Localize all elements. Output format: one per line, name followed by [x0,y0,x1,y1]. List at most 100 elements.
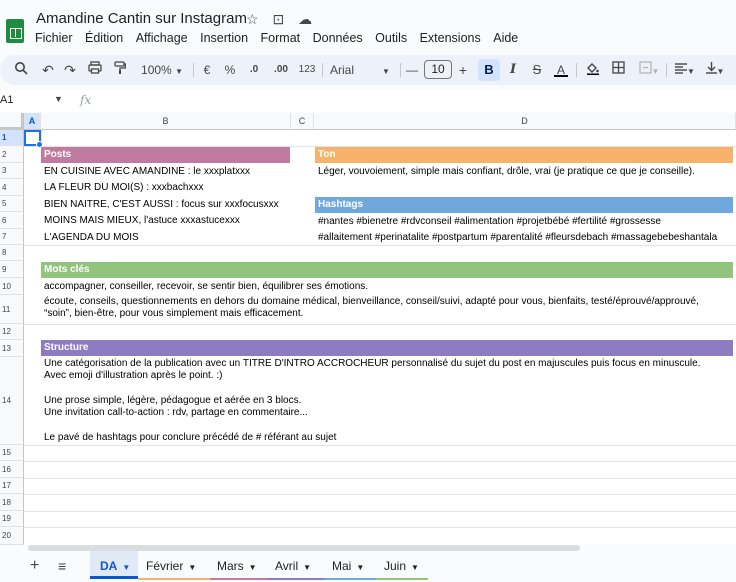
posts-line[interactable]: BIEN NAITRE, C'EST AUSSI : focus sur xxx… [44,197,279,213]
increase-font-size-button[interactable]: + [456,61,470,79]
column-header-a[interactable]: A [24,113,41,130]
move-folder-icon[interactable]: ⊡ [272,11,284,28]
row-header[interactable]: 7 [0,229,24,245]
ton-text[interactable]: Léger, vouvoiement, simple mais confiant… [318,164,695,180]
structure-line[interactable]: Avec emoji d'illustration après le point… [44,370,222,381]
print-icon[interactable] [86,61,104,79]
mots-cles-line[interactable]: “soin”, bien-être, pour vous simplement … [44,308,734,319]
row-header[interactable]: 15 [0,445,24,461]
text-color-button[interactable]: A [554,61,568,77]
currency-format-button[interactable]: € [200,61,214,79]
row-header[interactable]: 5 [0,196,24,212]
row-header[interactable]: 19 [0,511,24,527]
posts-line[interactable]: LA FLEUR DU MOI(S) : xxxbachxxx [44,180,203,196]
search-menus-icon[interactable] [12,61,30,79]
menu-view[interactable]: Affichage [136,31,188,45]
mots-cles-line[interactable]: accompagner, conseiller, recevoir, se se… [44,279,368,295]
sheet-tab-mars[interactable]: Mars ▼ [217,551,265,579]
sheet-tab-mai[interactable]: Mai ▼ [332,551,374,579]
name-box[interactable]: A1 [0,94,13,106]
zoom-value: 100% [141,63,172,77]
structure-line[interactable]: Une prose simple, légère, pédagogue et a… [44,395,301,406]
structure-header[interactable]: Structure [41,340,733,356]
row-header[interactable]: 4 [0,179,24,196]
row-header[interactable]: 9 [0,261,24,278]
chevron-down-icon: ▼ [175,67,183,76]
italic-button[interactable]: I [506,61,520,79]
hashtags-line[interactable]: #allaitement #perinatalite #postpartum #… [318,230,717,246]
font-family-select[interactable]: Arial ▼ [330,61,396,79]
row-header[interactable]: 8 [0,245,24,261]
menu-help[interactable]: Aide [493,31,518,45]
star-icon[interactable]: ☆ [246,11,259,28]
sheets-logo-icon[interactable] [6,19,24,43]
selected-cell-a1[interactable] [24,130,43,148]
vertical-align-icon[interactable]: ▼ [702,61,728,79]
menu-edit[interactable]: Édition [85,31,123,45]
font-size-input[interactable]: 10 [424,60,452,79]
number-format-button[interactable]: 123 [296,61,318,79]
mots-cles-header[interactable]: Mots clés [41,262,733,278]
row-header[interactable]: 2 [0,146,24,163]
row-header[interactable]: 18 [0,494,24,511]
chevron-down-icon[interactable]: ▼ [54,94,63,104]
sheet-tab-avril[interactable]: Avril ▼ [275,551,321,579]
sheet-tab-fevrier[interactable]: Février ▼ [146,551,208,579]
ton-header[interactable]: Ton [315,147,733,163]
zoom-select[interactable]: 100% ▼ [136,61,188,79]
column-header-b[interactable]: B [41,113,291,130]
structure-line[interactable]: Une catégorisation de la publication ave… [44,358,700,369]
all-sheets-icon[interactable]: ≡ [58,558,66,574]
posts-line[interactable]: L'AGENDA DU MOIS [44,230,139,246]
posts-header[interactable]: Posts [41,147,290,163]
posts-line[interactable]: MOINS MAIS MIEUX, l'astuce xxxastucexxx [44,213,240,229]
menu-file[interactable]: Fichier [35,31,73,45]
column-header-c[interactable]: C [291,113,314,130]
select-all-corner[interactable] [0,113,24,130]
structure-line[interactable]: Le pavé de hashtags pour conclure précéd… [44,432,336,443]
row-header[interactable]: 13 [0,340,24,357]
hashtags-header[interactable]: Hashtags [315,197,733,213]
horizontal-align-icon[interactable]: ▼ [672,61,698,79]
menu-format[interactable]: Format [261,31,301,45]
add-sheet-button[interactable]: + [30,557,39,575]
decrease-decimal-button[interactable]: .0 [244,61,264,79]
fill-color-icon[interactable] [584,61,602,79]
sheet-tab-da[interactable]: DA ▼ [90,551,138,579]
column-header-d[interactable]: D [314,113,736,130]
bold-button[interactable]: B [478,59,500,81]
row-header[interactable]: 20 [0,527,24,545]
row-header[interactable]: 11 [0,295,24,324]
decrease-font-size-button[interactable]: — [405,61,419,79]
borders-icon[interactable] [610,61,626,79]
structure-line[interactable]: Une invitation call-to-action : rdv, par… [44,407,308,418]
menu-insert[interactable]: Insertion [200,31,248,45]
row-header[interactable]: 12 [0,324,24,340]
strikethrough-button[interactable]: S [530,61,544,79]
menu-tools[interactable]: Outils [375,31,407,45]
cloud-status-icon[interactable]: ☁ [298,11,312,28]
paint-format-icon[interactable] [112,61,128,79]
merge-cells-icon[interactable]: ▼ [636,61,662,79]
hashtags-line[interactable]: #nantes #bienetre #rdvconseil #alimentat… [318,214,661,230]
row-header[interactable]: 17 [0,478,24,494]
mots-cles-line[interactable]: écoute, conseils, questionnements en deh… [44,296,734,307]
menu-data[interactable]: Données [313,31,363,45]
menu-extensions[interactable]: Extensions [420,31,481,45]
row-header[interactable]: 3 [0,163,24,179]
spreadsheet-grid[interactable]: A B C D 1 2 3 4 5 6 7 8 9 10 11 12 13 14… [0,113,736,545]
chevron-down-icon: ▼ [411,563,419,572]
redo-icon[interactable]: ↷ [62,61,78,79]
document-title[interactable]: Amandine Cantin sur Instagram [36,10,247,27]
row-header[interactable]: 10 [0,278,24,295]
row-header[interactable]: 14 [0,357,24,445]
gridline [24,461,736,462]
undo-icon[interactable]: ↶ [40,61,56,79]
row-header[interactable]: 16 [0,461,24,478]
row-header[interactable]: 1 [0,130,24,146]
row-header[interactable]: 6 [0,212,24,229]
sheet-tab-juin[interactable]: Juin ▼ [384,551,428,579]
percent-format-button[interactable]: % [223,61,237,79]
increase-decimal-button[interactable]: .00 [270,61,292,79]
posts-line[interactable]: EN CUISINE AVEC AMANDINE : le xxxplatxxx [44,164,250,180]
